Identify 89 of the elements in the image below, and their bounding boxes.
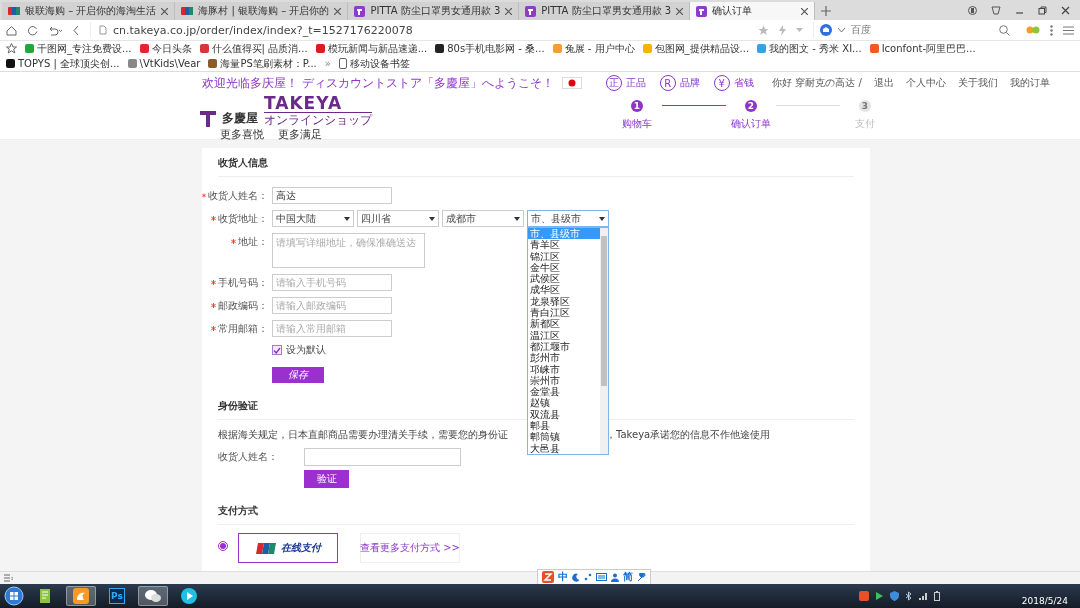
greeting-text: 你好 穿耐克の高达 / [772,76,862,90]
dropdown-option[interactable]: 彭州市 [528,352,600,364]
header-link[interactable]: 退出 [874,76,894,90]
verify-button[interactable]: 验证 [304,470,349,488]
dropdown-option[interactable]: 龙泉驿区 [528,295,600,308]
dropdown-option[interactable]: 都江堰市 [528,340,600,353]
field-label: 地址： [238,234,268,249]
step-label: 购物车 [622,117,652,131]
notice-text: ，Takeya承诺您的信息不作他途使用 [606,428,771,442]
address-bar[interactable]: cn.takeya.co.jp/order/index/index?_t=1527176220078 [90,22,748,38]
field-label: 邮政编码： [218,298,268,313]
bookmark[interactable]: TOPYS | 全球顶尖创... [6,56,120,71]
bookmark[interactable]: \VtKids\Vear [127,56,201,71]
badge-label: 正品 [625,76,646,90]
step-label: 支付 [855,117,875,131]
save-button[interactable]: 保存 [272,367,324,383]
field-label: 收货地址： [218,211,268,226]
dropdown-option[interactable]: 金牛区 [528,261,600,274]
bookmark[interactable]: 包图网_提供精品设... [642,41,750,56]
browser-tab[interactable]: PITTA 防尘口罩男女通用款 3 [519,2,691,20]
bookmark[interactable]: 什么值得买| 品质消... [199,41,308,56]
address-field[interactable]: 请填写详细地址，确保准确送达 [272,233,425,268]
bookmark[interactable]: 千图网_专注免费设... [25,41,132,56]
bookmark[interactable]: Iconfont-阿里巴巴... [869,41,976,56]
dropdown-option[interactable]: 郫县 [528,420,600,432]
search-field[interactable]: 百度 [813,22,1016,38]
bookmark[interactable]: 兔展 - 用户中心 [552,41,635,56]
dropdown[interactable]: 成都市 [442,210,524,227]
taskbar-app[interactable]: Ps [102,586,132,606]
header-link[interactable]: 我的订单 [1010,76,1050,90]
bookmark[interactable]: 模玩新闻与新品速递... [315,41,428,56]
dropdown-option[interactable]: 青白江区 [528,307,600,319]
section-title: 支付方式 [218,505,258,516]
text-field[interactable]: 请输入邮政编码 [272,297,392,314]
dropdown-option[interactable]: 武侯区 [528,273,600,285]
payment-option[interactable]: 在线支付 [238,533,338,563]
bookmark[interactable]: 海量PS笔刷素材：P... [208,56,317,71]
header-link[interactable]: 关于我们 [958,76,998,90]
clock-date: 2018/5/24 [1021,596,1068,606]
step-number: 3 [859,100,871,112]
text-field[interactable]: 请输入手机号码 [272,274,392,291]
dropdown-option[interactable]: 温江区 [528,329,600,341]
dropdown-option[interactable]: 大邑县 [528,442,600,454]
badge-label: 省钱 [733,76,754,90]
ime-script[interactable]: 简 [623,570,633,584]
badge-label: 品牌 [679,76,700,90]
overflow-button[interactable]: » [324,58,331,69]
browser-tab[interactable]: 确认订单 [690,2,816,20]
bookmark[interactable]: 今日头条 [139,41,192,56]
section-title: 收货人信息 [218,157,268,168]
header-link[interactable]: 个人中心 [906,76,946,90]
dropdown-option[interactable]: 锦江区 [528,250,600,262]
browser-tab[interactable]: 银联海购 – 开启你的海淘生活 [2,2,176,20]
bookmark[interactable]: 80s手机电影网 - 桑... [435,41,545,56]
section-title: 身份验证 [218,400,258,411]
ime-mode[interactable]: 中 [558,570,568,584]
dropdown-option[interactable]: 崇州市 [528,374,600,387]
bookmark[interactable]: 我的图文 - 秀米 XI... [757,41,862,56]
slogan: 更多喜悦 [220,128,264,141]
dropdown-option[interactable]: 郫筒镇 [528,431,600,443]
dropdown-option[interactable]: 青羊区 [528,239,600,251]
text-field[interactable]: 高达 [272,187,392,204]
dropdown[interactable]: 四川省 [357,210,439,227]
more-link[interactable]: 查看更多支付方式 >> [360,533,460,563]
brand-name: TAKEYA [264,94,344,112]
browser-tab[interactable]: 海豚村 | 银联海购 – 开启你的 [175,2,349,20]
dropdown-option[interactable]: 成华区 [528,284,600,296]
text-field[interactable]: 请输入常用邮箱 [272,320,392,337]
field-label: 收货人姓名： [208,188,268,203]
field-label: 收货人姓名： [218,450,279,464]
field-label: 手机号码： [218,275,268,290]
slogan: 更多满足 [278,128,322,141]
dropdown-option[interactable]: 新都区 [528,318,600,330]
bookmark-folder[interactable]: 移动设备书签 [338,56,410,71]
step-number: 2 [745,100,757,112]
logo-text: 多慶屋 [222,110,258,127]
welcome-text: 欢迎光临多庆屋！ ディスカウントストア「多慶屋」へようこそ！ [202,75,554,91]
field-label: 常用邮箱： [218,321,268,336]
brand-subtitle: オンラインショップ [264,112,372,127]
step-number: 1 [631,100,643,112]
notice-text: 根据海关规定，日本直邮商品需要办理清关手续，需要您的身份证 [218,428,508,442]
browser-tab[interactable]: PITTA 防尘口罩男女通用款 3 [348,2,520,20]
step-label: 确认订单 [731,117,771,131]
dropdown-option[interactable]: 双流县 [528,408,600,421]
dropdown-option[interactable]: 赵镇 [528,397,600,409]
dropdown-option[interactable]: 邛崃市 [528,363,600,375]
checkbox-label: 设为默认 [286,343,326,357]
dropdown[interactable]: 中国大陆 [272,210,354,227]
dropdown-option[interactable]: 金堂县 [528,386,600,398]
